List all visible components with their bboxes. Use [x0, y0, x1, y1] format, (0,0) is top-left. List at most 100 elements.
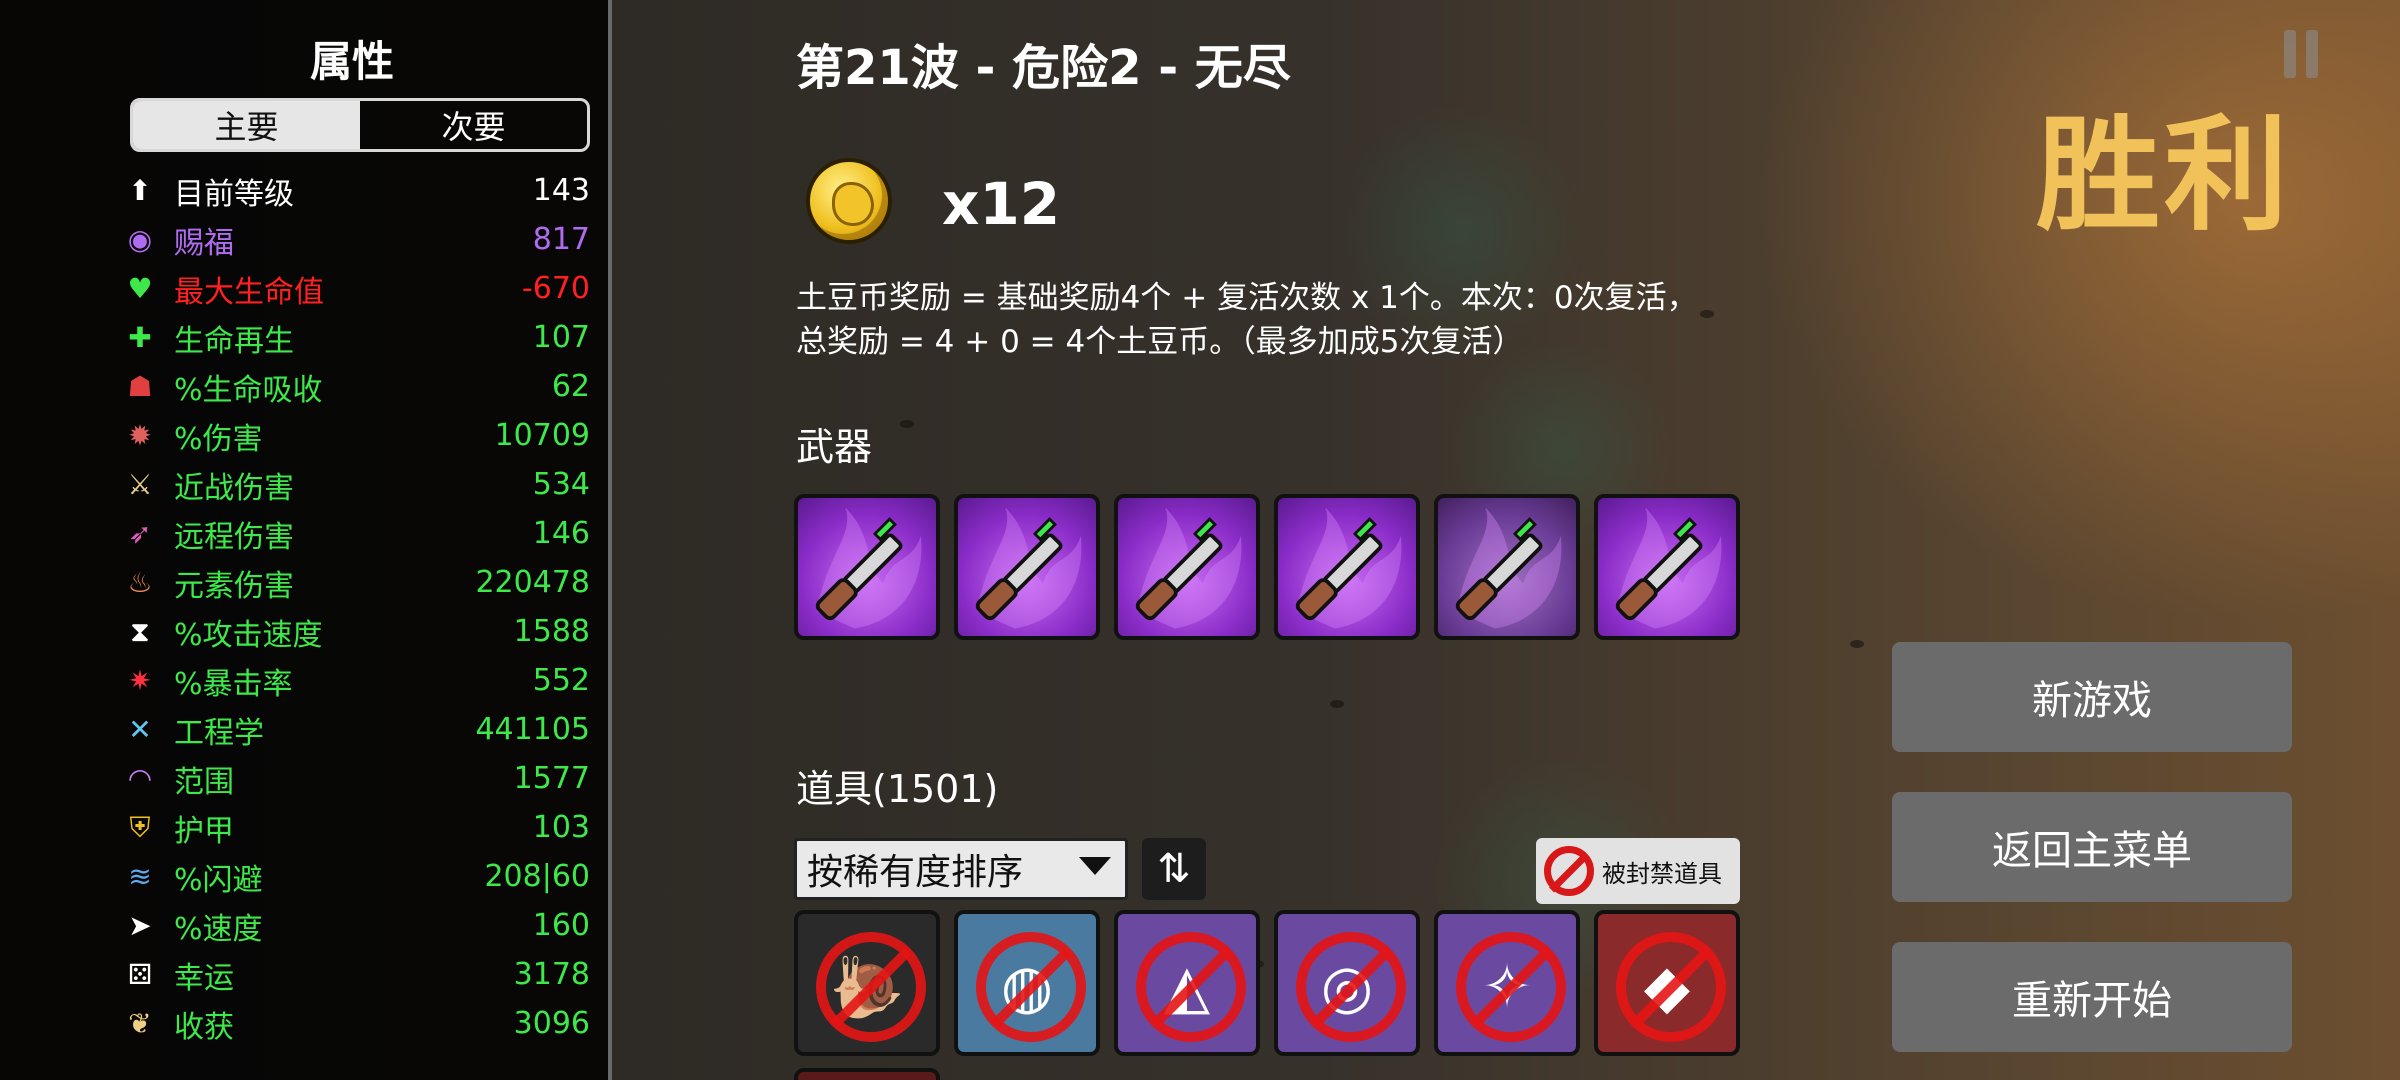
engineering-icon: ✕ [128, 713, 152, 746]
restart-button[interactable]: 重新开始 [1892, 942, 2292, 1052]
stat-name: 最大生命值 [174, 274, 324, 310]
stat-row[interactable]: ➶ 远程伤害 146 [120, 509, 590, 558]
stat-list: ⬆ 目前等级 143 ◉ 赐福 817 ♥ 最大生命值 -670 ✚ 生命再生 107 ☗ %生命吸收 62… [120, 166, 590, 1048]
stat-row[interactable]: ♨ 元素伤害 220478 [120, 558, 590, 607]
stats-tabs: 主要 次要 [130, 98, 590, 152]
stat-value: 160 [532, 908, 590, 943]
stat-value: 107 [532, 320, 590, 355]
reward-line-1: 土豆币奖励 = 基础奖励4个 + 复活次数 x 1个。本次：0次复活， [796, 280, 1698, 316]
stat-value: 817 [532, 222, 590, 257]
stat-name: %伤害 [174, 421, 263, 457]
stat-name: 近战伤害 [174, 470, 294, 506]
pause-button[interactable] [2284, 30, 2324, 78]
stat-row[interactable]: ♥ 最大生命值 -670 [120, 264, 590, 313]
stat-name: 收获 [174, 1009, 234, 1045]
harvest-icon: ❦ [128, 1007, 152, 1040]
stat-row[interactable]: ⚄ 幸运 3178 [120, 950, 590, 999]
chevron-down-icon [1079, 857, 1111, 875]
weapon-slot[interactable] [1434, 494, 1580, 640]
stat-row[interactable]: ✹ %伤害 10709 [120, 411, 590, 460]
stat-value: -670 [521, 271, 590, 306]
pause-bar [2306, 30, 2318, 78]
wave-title: 第21波 - 危险2 - 无尽 [796, 40, 1291, 96]
item-slot[interactable]: ◎ [1274, 910, 1420, 1056]
attack-speed-icon: ⧗ [130, 614, 150, 648]
armor-icon: ⛨ [129, 810, 151, 844]
stat-value: 103 [532, 810, 590, 845]
stat-row[interactable]: ⬆ 目前等级 143 [120, 166, 590, 215]
stat-value: 62 [551, 369, 590, 404]
weapons-label: 武器 [796, 425, 873, 469]
stat-value: 10709 [494, 418, 590, 453]
stats-title: 属性 [309, 37, 394, 86]
item-slot[interactable]: ◍ [954, 910, 1100, 1056]
tab-secondary[interactable]: 次要 [360, 101, 587, 149]
stats-panel: 属性 主要 次要 ⬆ 目前等级 143 ◉ 赐福 817 ♥ 最大生命值 -670 ✚ 生命再生 10… [0, 0, 612, 1080]
stat-row[interactable]: ✚ 生命再生 107 [120, 313, 590, 362]
damage-icon: ✹ [128, 419, 152, 452]
item-slot-partial[interactable] [794, 1068, 940, 1080]
main-menu-button[interactable]: 返回主菜单 [1892, 792, 2292, 902]
potato-coin-icon [806, 158, 892, 244]
stat-row[interactable]: ✕ 工程学 441105 [120, 705, 590, 754]
stat-name: %闪避 [174, 862, 263, 898]
stat-name: 范围 [174, 764, 234, 800]
items-label: 道具(1501) [796, 767, 999, 811]
banned-items-label: 被封禁道具 [1602, 859, 1722, 888]
sort-order-toggle[interactable]: ⇅ [1142, 838, 1206, 900]
stat-name: 赐福 [174, 225, 234, 261]
new-game-button[interactable]: 新游戏 [1892, 642, 2292, 752]
stat-row[interactable]: ☗ %生命吸收 62 [120, 362, 590, 411]
stat-value: 146 [532, 516, 590, 551]
sort-dropdown-label: 按稀有度排序 [807, 852, 1024, 893]
stat-name: %速度 [174, 911, 263, 947]
stat-name: 生命再生 [174, 323, 294, 359]
range-icon: ◠ [127, 762, 153, 795]
stat-value: 208|60 [484, 859, 590, 894]
crit-icon: ✷ [128, 664, 152, 697]
stat-name: 幸运 [174, 960, 234, 996]
item-slot[interactable]: ✧ [1434, 910, 1580, 1056]
weapon-slot[interactable] [1594, 494, 1740, 640]
stat-row[interactable]: ⚔ 近战伤害 534 [120, 460, 590, 509]
stat-name: 护甲 [174, 813, 234, 849]
stat-value: 220478 [475, 565, 590, 600]
heart-icon: ♥ [127, 272, 153, 305]
stat-name: %生命吸收 [174, 372, 323, 408]
stat-row[interactable]: ✷ %暴击率 552 [120, 656, 590, 705]
tab-primary[interactable]: 主要 [133, 101, 360, 149]
ban-overlay-icon [1616, 932, 1726, 1042]
weapon-slot[interactable] [1274, 494, 1420, 640]
stat-row[interactable]: ⛨ 护甲 103 [120, 803, 590, 852]
stat-row[interactable]: ◠ 范围 1577 [120, 754, 590, 803]
stat-row[interactable]: ◉ 赐福 817 [120, 215, 590, 264]
level-icon: ⬆ [128, 174, 152, 207]
stat-row[interactable]: ❦ 收获 3096 [120, 999, 590, 1048]
stat-name: %攻击速度 [174, 617, 323, 653]
stat-value: 534 [532, 467, 590, 502]
stat-value: 1577 [513, 761, 590, 796]
dice-icon: ⚄ [127, 958, 153, 991]
speed-icon: ➤ [128, 909, 152, 942]
item-slot[interactable]: 🐌 [794, 910, 940, 1056]
stat-name: 工程学 [174, 715, 264, 751]
stat-row[interactable]: ➤ %速度 160 [120, 901, 590, 950]
stat-row[interactable]: ⧗ %攻击速度 1588 [120, 607, 590, 656]
sort-dropdown[interactable]: 按稀有度排序 [794, 838, 1128, 900]
stat-value: 3178 [513, 957, 590, 992]
ban-overlay-icon [1136, 932, 1246, 1042]
melee-icon: ⚔ [127, 468, 153, 501]
reward-line-2: 总奖励 = 4 + 0 = 4个土豆币。（最多加成5次复活） [796, 324, 1524, 360]
item-slot[interactable]: ◭ [1114, 910, 1260, 1056]
banned-items-button[interactable]: 被封禁道具 [1536, 838, 1740, 904]
eye-icon: ◉ [127, 223, 153, 256]
stat-row[interactable]: ≋ %闪避 208|60 [120, 852, 590, 901]
stat-value: 143 [532, 173, 590, 208]
weapon-slot[interactable] [1114, 494, 1260, 640]
regen-icon: ✚ [128, 321, 152, 354]
weapon-slot[interactable] [954, 494, 1100, 640]
ban-overlay-icon [1456, 932, 1566, 1042]
item-slot[interactable]: ◆ [1594, 910, 1740, 1056]
weapon-slot[interactable] [794, 494, 940, 640]
stat-name: %暴击率 [174, 666, 293, 702]
